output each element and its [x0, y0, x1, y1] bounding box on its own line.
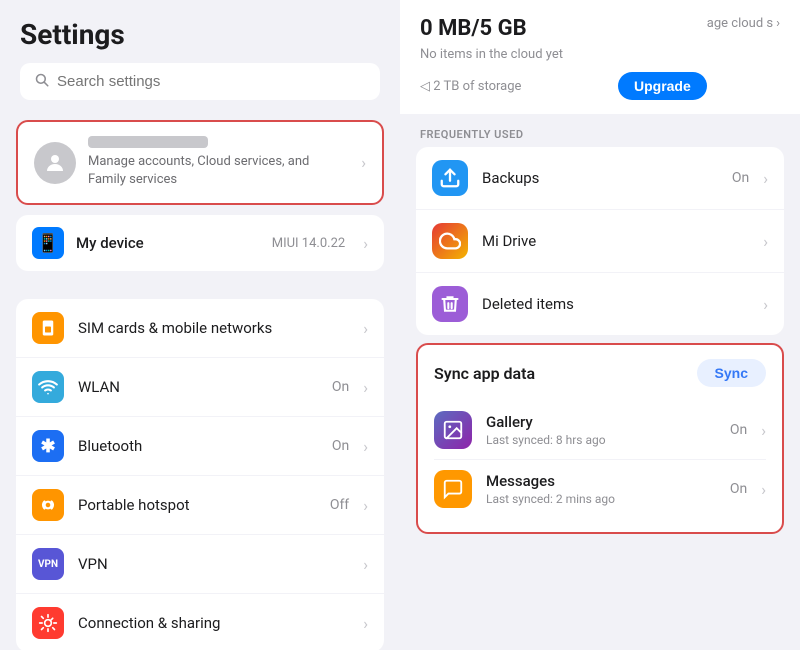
device-icon: 📱: [32, 227, 64, 259]
cloud-link-text: age cloud s: [707, 16, 773, 31]
right-row-deleted-items[interactable]: Deleted items ›: [416, 273, 784, 335]
midrive-chevron-icon: ›: [763, 232, 768, 251]
bluetooth-icon: ✱: [32, 430, 64, 462]
backups-chevron-icon: ›: [763, 169, 768, 188]
gallery-icon: [434, 411, 472, 449]
bluetooth-value: On: [332, 438, 349, 454]
gallery-sub: Last synced: 8 hrs ago: [486, 433, 716, 447]
vpn-chevron-icon: ›: [363, 555, 368, 574]
search-input[interactable]: [57, 73, 366, 90]
storage-info: 0 MB/5 GB No items in the cloud yet ◁ 2 …: [420, 16, 707, 100]
gallery-value: On: [730, 422, 747, 438]
gallery-info: Gallery Last synced: 8 hrs ago: [486, 413, 716, 447]
account-info: Manage accounts, Cloud services, and Fam…: [88, 136, 349, 189]
vpn-icon: VPN: [32, 548, 64, 580]
right-panel: 0 MB/5 GB No items in the cloud yet ◁ 2 …: [400, 0, 800, 650]
conn-sharing-chevron-icon: ›: [363, 614, 368, 633]
frequently-used-label: FREQUENTLY USED: [400, 114, 800, 147]
sim-icon: [32, 312, 64, 344]
sync-section: Sync app data Sync Gallery Last synced: …: [416, 343, 784, 534]
backups-label: Backups: [482, 169, 718, 187]
gallery-label: Gallery: [486, 413, 716, 431]
midrive-label: Mi Drive: [482, 232, 735, 250]
messages-sub: Last synced: 2 mins ago: [486, 492, 716, 506]
no-items-text: No items in the cloud yet: [420, 47, 707, 62]
page-title: Settings: [20, 18, 380, 51]
my-device-chevron-icon: ›: [363, 234, 368, 253]
right-row-backups[interactable]: Backups On ›: [416, 147, 784, 210]
sync-header: Sync app data Sync: [434, 359, 766, 387]
my-device-version: MIUI 14.0.22: [272, 236, 345, 251]
search-bar[interactable]: [20, 63, 380, 100]
sync-row-gallery[interactable]: Gallery Last synced: 8 hrs ago On ›: [434, 401, 766, 460]
search-icon: [34, 72, 49, 91]
settings-row-conn-sharing[interactable]: Connection & sharing ›: [16, 594, 384, 650]
messages-info: Messages Last synced: 2 mins ago: [486, 472, 716, 506]
avatar: [34, 142, 76, 184]
storage-2tb-label: ◁ 2 TB of storage: [420, 79, 521, 94]
settings-group-network: SIM cards & mobile networks › WLAN On › …: [16, 299, 384, 650]
conn-sharing-icon: [32, 607, 64, 639]
divider: [0, 279, 400, 299]
gallery-chevron-icon: ›: [761, 421, 766, 440]
wlan-label: WLAN: [78, 378, 318, 396]
hotspot-icon: [32, 489, 64, 521]
backups-value: On: [732, 170, 749, 186]
vpn-label: VPN: [78, 555, 335, 573]
hotspot-chevron-icon: ›: [363, 496, 368, 515]
upgrade-button[interactable]: Upgrade: [618, 72, 707, 100]
account-card[interactable]: Manage accounts, Cloud services, and Fam…: [16, 120, 384, 205]
left-panel: Settings Manage accounts, Cloud services…: [0, 0, 400, 650]
storage-upgrade-row: ◁ 2 TB of storage Upgrade: [420, 72, 707, 100]
messages-value: On: [730, 481, 747, 497]
my-device-row[interactable]: 📱 My device MIUI 14.0.22 ›: [16, 215, 384, 271]
hotspot-value: Off: [330, 497, 349, 513]
wlan-value: On: [332, 379, 349, 395]
bluetooth-chevron-icon: ›: [363, 437, 368, 456]
sim-chevron-icon: ›: [363, 319, 368, 338]
account-description: Manage accounts, Cloud services, and Fam…: [88, 153, 349, 189]
settings-row-hotspot[interactable]: Portable hotspot Off ›: [16, 476, 384, 535]
wlan-chevron-icon: ›: [363, 378, 368, 397]
conn-sharing-label: Connection & sharing: [78, 614, 335, 632]
right-row-midrive[interactable]: Mi Drive ›: [416, 210, 784, 273]
sim-label: SIM cards & mobile networks: [78, 319, 335, 337]
settings-row-bluetooth[interactable]: ✱ Bluetooth On ›: [16, 417, 384, 476]
cloud-link[interactable]: age cloud s ›: [707, 16, 780, 31]
wlan-icon: [32, 371, 64, 403]
sync-row-messages[interactable]: Messages Last synced: 2 mins ago On ›: [434, 460, 766, 518]
settings-row-sim[interactable]: SIM cards & mobile networks ›: [16, 299, 384, 358]
settings-row-wlan[interactable]: WLAN On ›: [16, 358, 384, 417]
account-username-hidden: [88, 136, 208, 148]
hotspot-label: Portable hotspot: [78, 496, 316, 514]
cloud-link-chevron-icon: ›: [776, 16, 780, 31]
left-header: Settings: [0, 0, 400, 110]
bluetooth-label: Bluetooth: [78, 437, 318, 455]
storage-used: 0 MB/5 GB: [420, 16, 527, 41]
deleted-items-label: Deleted items: [482, 295, 735, 313]
my-device-label: My device: [76, 234, 260, 252]
user-icon: [43, 151, 67, 175]
backups-icon: [432, 160, 468, 196]
messages-chevron-icon: ›: [761, 480, 766, 499]
midrive-icon: [432, 223, 468, 259]
deleted-items-chevron-icon: ›: [763, 295, 768, 314]
deleted-items-icon: [432, 286, 468, 322]
settings-row-vpn[interactable]: VPN VPN ›: [16, 535, 384, 594]
sync-title: Sync app data: [434, 364, 535, 383]
messages-icon: [434, 470, 472, 508]
sync-button[interactable]: Sync: [697, 359, 766, 387]
messages-label: Messages: [486, 472, 716, 490]
frequently-used-list: Backups On › Mi Drive › Deleted items ›: [416, 147, 784, 335]
account-chevron-icon: ›: [361, 153, 366, 172]
storage-header: 0 MB/5 GB No items in the cloud yet ◁ 2 …: [400, 0, 800, 114]
